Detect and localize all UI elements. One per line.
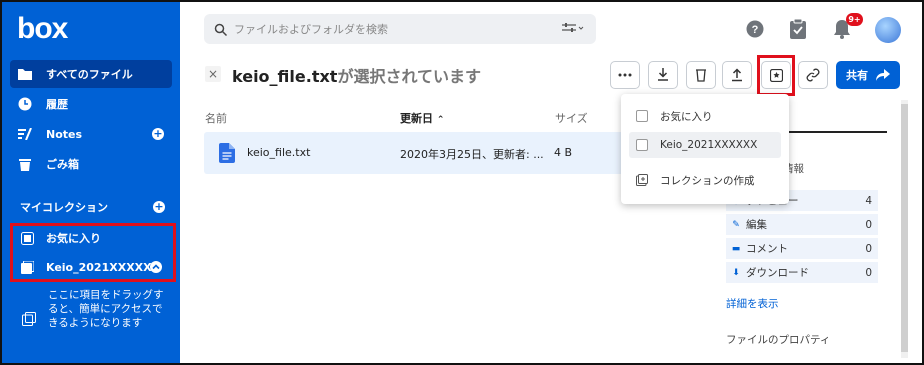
pencil-icon: ✎ <box>732 219 740 230</box>
comment-icon: ▬ <box>731 243 741 254</box>
sidebar-item-trash[interactable]: ごみ箱 <box>10 150 172 178</box>
stat-value: 0 <box>865 218 872 231</box>
create-collection-label: コレクションの作成 <box>660 174 755 187</box>
delete-button[interactable] <box>686 61 716 89</box>
drag-hint-text: ここに項目をドラッグすると、簡単にアクセスできるようになります <box>48 289 164 329</box>
text-file-icon <box>219 143 235 163</box>
collection-drop-icon <box>22 312 36 326</box>
selected-filename: keio_file.txt <box>232 67 338 86</box>
clear-selection-button[interactable]: × <box>205 66 221 82</box>
copy-link-button[interactable] <box>798 61 828 89</box>
dropdown-item-label: Keio_2021XXXXXX <box>660 139 758 151</box>
folder-icon <box>18 67 32 81</box>
column-header-updated[interactable]: 更新日 ⌃ <box>400 110 444 126</box>
sidebar-item-label: ごみ箱 <box>46 158 79 171</box>
stat-label: 編集 <box>746 219 767 231</box>
share-arrow-icon <box>876 69 890 81</box>
more-options-button[interactable] <box>610 61 640 89</box>
download-icon: ⬇ <box>732 267 740 278</box>
stat-value: 0 <box>865 242 872 255</box>
upload-version-button[interactable] <box>722 61 752 89</box>
link-icon <box>806 68 820 82</box>
column-header-size[interactable]: サイズ <box>555 110 588 126</box>
search-icon <box>214 22 228 37</box>
more-icon <box>618 73 632 77</box>
checkbox[interactable] <box>636 139 648 151</box>
file-properties-heading[interactable]: ファイルのプロパティ <box>726 332 830 347</box>
add-note-button[interactable]: + <box>152 128 164 140</box>
collections-heading: マイコレクション <box>20 201 108 214</box>
scrollbar[interactable] <box>901 100 908 358</box>
search-input[interactable]: ファイルおよびフォルダを検索 <box>234 21 388 37</box>
sidebar-item-label: Notes <box>46 127 83 141</box>
scrollbar-thumb[interactable] <box>901 104 908 352</box>
dropdown-item-label: お気に入り <box>660 110 713 123</box>
drag-hint: ここに項目をドラッグすると、簡単にアクセスできるようになります <box>22 288 172 330</box>
sidebar: box すべてのファイル 履歴 Notes + ごみ箱 マイコレクション + お… <box>0 0 180 365</box>
sidebar-item-notes[interactable]: Notes + <box>10 120 172 148</box>
filter-options-icon[interactable] <box>562 23 584 36</box>
collection-icon <box>769 68 783 82</box>
stat-value: 0 <box>865 266 872 279</box>
sidebar-item-all-files[interactable]: すべてのファイル <box>10 60 172 88</box>
create-collection-item[interactable]: コレクションの作成 <box>629 167 781 193</box>
tasks-icon[interactable] <box>788 18 808 40</box>
collection-dropdown: お気に入り Keio_2021XXXXXX コレクションの作成 <box>621 94 789 204</box>
show-details-link[interactable]: 詳細を表示 <box>726 296 779 311</box>
column-header-updated-label: 更新日 <box>400 112 433 125</box>
upload-icon <box>732 68 742 82</box>
box-logo[interactable]: box <box>17 12 68 46</box>
highlight-collections <box>10 223 176 282</box>
stat-row-comments: ▬ コメント 0 <box>726 238 878 259</box>
help-icon[interactable]: ? <box>745 18 765 40</box>
avatar[interactable] <box>875 17 901 43</box>
sidebar-item-label: すべてのファイル <box>46 68 133 81</box>
add-to-collection-button[interactable] <box>761 61 791 89</box>
create-collection-icon <box>636 174 648 186</box>
trash-icon <box>18 157 32 171</box>
file-name[interactable]: keio_file.txt <box>247 146 310 159</box>
share-button[interactable]: 共有 <box>836 61 900 89</box>
dropdown-item-keio[interactable]: Keio_2021XXXXXX <box>629 132 781 158</box>
stat-row-downloads: ⬇ ダウンロード 0 <box>726 262 878 283</box>
download-icon <box>658 68 668 81</box>
stat-row-edit: ✎ 編集 0 <box>726 214 878 235</box>
table-row[interactable]: keio_file.txt 2020年3月25日、更新者: ... 4 B <box>204 132 634 174</box>
checkbox[interactable] <box>636 110 648 122</box>
selection-suffix: が選択されています <box>337 67 481 86</box>
file-updated: 2020年3月25日、更新者: ... <box>400 148 544 161</box>
file-size: 4 B <box>554 146 573 159</box>
share-label: 共有 <box>846 69 868 82</box>
trash-icon <box>696 69 706 82</box>
sidebar-item-label: 履歴 <box>46 98 68 111</box>
sort-ascending-icon: ⌃ <box>436 115 445 125</box>
notes-icon <box>18 127 32 141</box>
notification-badge: 9+ <box>846 13 863 26</box>
stat-label: コメント <box>746 243 788 255</box>
selection-title: keio_file.txtが選択されています <box>232 63 481 87</box>
column-header-name[interactable]: 名前 <box>205 110 227 126</box>
download-button[interactable] <box>648 61 678 89</box>
stat-value: 4 <box>865 194 872 207</box>
clock-icon <box>18 97 32 111</box>
sidebar-item-history[interactable]: 履歴 <box>10 90 172 118</box>
stat-label: ダウンロード <box>746 267 809 279</box>
add-collection-button[interactable]: + <box>153 201 165 213</box>
svg-text:?: ? <box>752 24 759 36</box>
dropdown-item-favorites[interactable]: お気に入り <box>629 103 781 129</box>
search-bar[interactable]: ファイルおよびフォルダを検索 <box>204 14 596 44</box>
